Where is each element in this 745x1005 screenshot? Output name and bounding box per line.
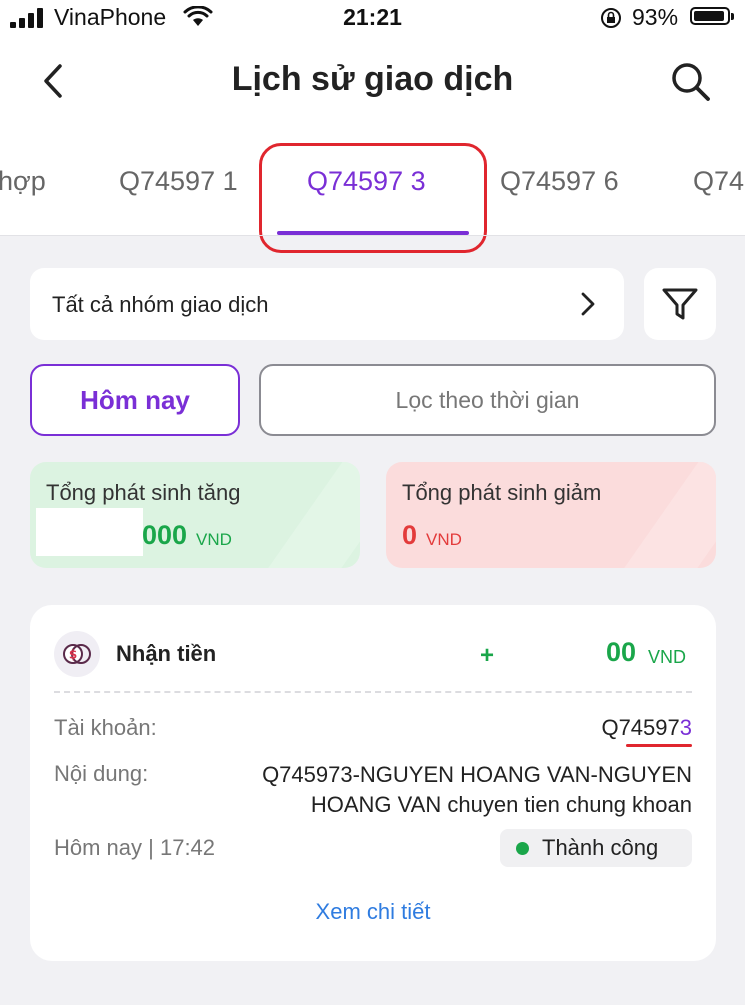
content-label: Nội dung: <box>54 761 149 786</box>
total-decrease-card: Tổng phát sinh giảm 0 VND <box>386 462 716 568</box>
status-badge: Thành công <box>500 829 692 867</box>
view-detail-link[interactable]: Xem chi tiết <box>30 899 716 925</box>
header-divider <box>0 235 745 236</box>
search-icon[interactable] <box>666 58 716 104</box>
battery-icon <box>690 7 734 25</box>
total-increase-value: 000 <box>142 520 188 550</box>
account-label: Tài khoản: <box>54 715 157 740</box>
transaction-group-select[interactable]: Tất cả nhóm giao dịch <box>30 268 624 340</box>
annotation-highlight-box <box>259 143 487 253</box>
total-increase-label: Tổng phát sinh tăng <box>46 480 241 505</box>
funnel-icon <box>662 288 698 320</box>
content-value: Q745973-NGUYEN HOANG VAN-NGUYEN HOANG VA… <box>262 762 692 817</box>
tab-q745976[interactable]: Q74597 6 <box>500 166 619 197</box>
transaction-time: Hôm nay | 17:42 <box>54 835 216 860</box>
transaction-card[interactable]: $ Nhận tiền + 00 VND Tài khoản: Q745973 … <box>30 605 716 961</box>
filter-button[interactable] <box>644 268 716 340</box>
group-select-label: Tất cả nhóm giao dịch <box>52 292 269 317</box>
today-filter-button[interactable]: Hôm nay <box>30 364 240 436</box>
annotation-underline <box>626 744 692 747</box>
total-decrease-label: Tổng phát sinh giảm <box>402 480 602 505</box>
transaction-type: Nhận tiền <box>116 641 217 666</box>
total-decrease-value: 0 <box>402 520 418 550</box>
chevron-right-icon <box>581 292 595 316</box>
transaction-amount-sign: + <box>480 642 495 669</box>
transaction-amount-unit: VND <box>648 647 687 667</box>
tab-tong-hop[interactable]: hợp <box>0 166 46 197</box>
account-value: Q745973 <box>601 715 692 741</box>
svg-text:$: $ <box>69 648 77 662</box>
card-divider <box>54 691 692 693</box>
battery-percent: 93% <box>632 4 679 30</box>
tab-q745971[interactable]: Q74597 1 <box>119 166 238 197</box>
total-increase-card: Tổng phát sinh tăng 000 VND <box>30 462 360 568</box>
total-increase-unit: VND <box>196 530 232 549</box>
total-decrease-unit: VND <box>426 530 462 549</box>
transaction-amount: 00 <box>606 637 637 667</box>
account-value-suffix: 3 <box>679 715 692 740</box>
page-title: Lịch sử giao dịch <box>231 60 514 98</box>
time-range-filter-button[interactable]: Lọc theo thời gian <box>259 364 716 436</box>
orientation-lock-icon <box>601 8 621 28</box>
account-value-main: Q74597 <box>601 715 680 740</box>
status-dot-icon <box>516 842 529 855</box>
status-bar: VinaPhone 21:21 93% <box>0 0 745 36</box>
money-transfer-icon: $ <box>54 631 100 677</box>
redaction-mask <box>36 508 143 556</box>
tab-q74-partial[interactable]: Q74 <box>693 166 744 197</box>
status-text: Thành công <box>542 835 659 860</box>
